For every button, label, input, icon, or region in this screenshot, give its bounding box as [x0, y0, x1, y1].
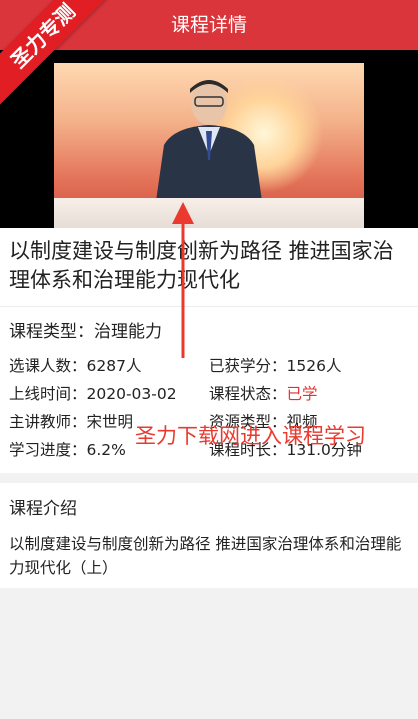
online-value: 2020-03-02 [86, 385, 177, 403]
online-date: 上线时间：2020-03-02 [9, 382, 177, 404]
divider [0, 306, 418, 307]
course-type-value: 治理能力 [94, 322, 162, 342]
progress-value: 6.2% [86, 441, 126, 459]
course-intro: 课程介绍 以制度建设与制度创新为路径 推进国家治理体系和治理能力现代化（上） [0, 483, 418, 588]
desk [54, 198, 364, 228]
course-type: 课程类型：治理能力 [9, 317, 162, 342]
enroll-count: 选课人数：6287人 [9, 354, 141, 376]
progress: 学习进度：6.2% [9, 438, 126, 460]
status-label: 课程状态： [209, 385, 287, 403]
watermark-text: 圣力下载网进入课程学习 [135, 424, 366, 448]
online-label: 上线时间： [9, 385, 87, 403]
presenter-figure [154, 80, 264, 215]
page-title: 课程详情 [170, 14, 247, 36]
credits-label: 已获学分： [209, 357, 287, 375]
credits: 已获学分：1526人 [209, 354, 341, 376]
course-type-label: 课程类型： [9, 322, 94, 342]
course-title: 以制度建设与制度创新为路径 推进国家治理体系和治理能力现代化 [9, 239, 394, 292]
annotation-arrow-icon [172, 202, 194, 358]
status-value: 已学 [286, 385, 318, 403]
video-player[interactable] [0, 50, 418, 228]
course-status: 课程状态：已学 [209, 382, 318, 404]
progress-label: 学习进度： [9, 441, 87, 459]
teacher: 主讲教师：宋世明 [9, 410, 133, 432]
credits-value: 1526人 [286, 357, 342, 375]
intro-text: 以制度建设与制度创新为路径 推进国家治理体系和治理能力现代化（上） [9, 535, 402, 577]
teacher-value: 宋世明 [86, 413, 134, 431]
teacher-label: 主讲教师： [9, 413, 87, 431]
enroll-value: 6287人 [86, 357, 142, 375]
video-frame [54, 63, 364, 228]
intro-title: 课程介绍 [9, 499, 77, 519]
enroll-label: 选课人数： [9, 357, 87, 375]
